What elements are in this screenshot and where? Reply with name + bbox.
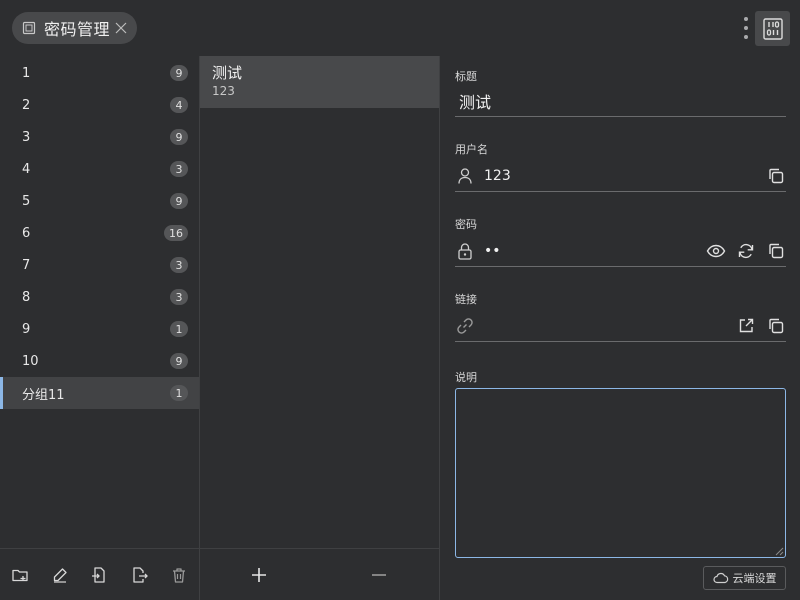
group-list: 1 9 2 4 3 9 4 3 5 9 6 16 7 3 8 3 9 1 10 … xyxy=(0,56,200,600)
eye-icon[interactable] xyxy=(706,241,726,261)
copy-icon[interactable] xyxy=(766,166,786,186)
trash-icon[interactable] xyxy=(167,563,191,587)
group-count-badge: 1 xyxy=(170,321,188,337)
title-label: 标题 xyxy=(455,70,477,83)
username-underline xyxy=(455,191,786,192)
link-icon xyxy=(455,316,475,336)
copy-icon[interactable] xyxy=(766,316,786,336)
binary-toggle-button[interactable] xyxy=(755,11,790,46)
group-count-badge: 1 xyxy=(170,385,188,401)
link-field[interactable] xyxy=(455,314,786,338)
user-icon xyxy=(455,166,475,186)
username-field[interactable]: 123 xyxy=(455,164,786,188)
binary-icon xyxy=(762,17,783,40)
cloud-icon xyxy=(712,572,729,584)
password-field[interactable]: •• xyxy=(455,239,786,263)
export-icon[interactable] xyxy=(127,563,151,587)
close-icon[interactable] xyxy=(113,20,129,36)
group-count-badge: 9 xyxy=(170,193,188,209)
group-label: 4 xyxy=(22,161,31,177)
group-label: 5 xyxy=(22,193,31,209)
plus-icon[interactable] xyxy=(247,563,271,587)
password-label: 密码 xyxy=(455,218,477,231)
title-underline xyxy=(455,116,786,117)
password-underline xyxy=(455,266,786,267)
group-item[interactable]: 7 3 xyxy=(0,249,199,281)
group-label: 10 xyxy=(22,353,39,369)
group-count-badge: 9 xyxy=(170,353,188,369)
app-window-icon xyxy=(22,21,36,35)
entry-toolbar xyxy=(200,548,439,600)
lock-icon xyxy=(455,241,475,261)
group-item[interactable]: 10 9 xyxy=(0,345,199,377)
group-count-badge: 9 xyxy=(170,65,188,81)
cloud-settings-button[interactable]: 云端设置 xyxy=(703,566,786,590)
group-label: 8 xyxy=(22,289,31,305)
username-value: 123 xyxy=(484,168,511,184)
group-item[interactable]: 5 9 xyxy=(0,185,199,217)
link-underline xyxy=(455,341,786,342)
group-item[interactable]: 6 16 xyxy=(0,217,199,249)
resize-grip-icon[interactable] xyxy=(774,546,784,556)
group-count-badge: 3 xyxy=(170,289,188,305)
group-count-badge: 3 xyxy=(170,161,188,177)
password-value: •• xyxy=(484,243,501,259)
group-item-active[interactable]: 分组11 1 xyxy=(0,377,199,409)
group-count-badge: 16 xyxy=(164,225,188,241)
entry-item-selected[interactable]: 测试 123 xyxy=(200,56,439,108)
group-count-badge: 4 xyxy=(170,97,188,113)
group-label: 9 xyxy=(22,321,31,337)
app-tab[interactable]: 密码管理 xyxy=(12,12,137,44)
group-item[interactable]: 8 3 xyxy=(0,281,199,313)
group-count-badge: 3 xyxy=(170,257,188,273)
group-count-badge: 9 xyxy=(170,129,188,145)
minus-icon[interactable] xyxy=(367,563,391,587)
more-vertical-icon[interactable] xyxy=(740,16,752,40)
entry-title: 测试 xyxy=(212,64,243,82)
entry-subtitle: 123 xyxy=(212,84,235,98)
copy-icon[interactable] xyxy=(766,241,786,261)
import-icon[interactable] xyxy=(87,563,111,587)
note-textarea[interactable] xyxy=(455,388,786,558)
group-label: 1 xyxy=(22,65,31,81)
folder-add-icon[interactable] xyxy=(8,563,32,587)
group-label: 分组11 xyxy=(22,387,65,403)
group-item[interactable]: 9 1 xyxy=(0,313,199,345)
title-bar: 密码管理 xyxy=(0,0,800,56)
title-value: 测试 xyxy=(459,93,492,112)
external-link-icon[interactable] xyxy=(736,316,756,336)
username-label: 用户名 xyxy=(455,143,488,156)
group-item[interactable]: 2 4 xyxy=(0,89,199,121)
group-item[interactable]: 3 9 xyxy=(0,121,199,153)
group-label: 7 xyxy=(22,257,31,273)
group-items: 1 9 2 4 3 9 4 3 5 9 6 16 7 3 8 3 9 1 10 … xyxy=(0,56,199,409)
group-item[interactable]: 1 9 xyxy=(0,57,199,89)
link-label: 链接 xyxy=(455,293,477,306)
group-label: 2 xyxy=(22,97,31,113)
detail-panel: 标题 测试 用户名 123 密码 •• 链接 说明 云端设置 xyxy=(440,56,800,600)
group-label: 6 xyxy=(22,225,31,241)
group-label: 3 xyxy=(22,129,31,145)
app-title: 密码管理 xyxy=(44,20,111,39)
title-field[interactable]: 测试 xyxy=(455,89,786,113)
edit-icon[interactable] xyxy=(48,563,72,587)
group-item[interactable]: 4 3 xyxy=(0,153,199,185)
cloud-settings-label: 云端设置 xyxy=(732,572,777,585)
group-toolbar xyxy=(0,548,199,600)
note-label: 说明 xyxy=(455,371,477,384)
entry-list: 测试 123 xyxy=(200,56,440,600)
refresh-icon[interactable] xyxy=(736,241,756,261)
